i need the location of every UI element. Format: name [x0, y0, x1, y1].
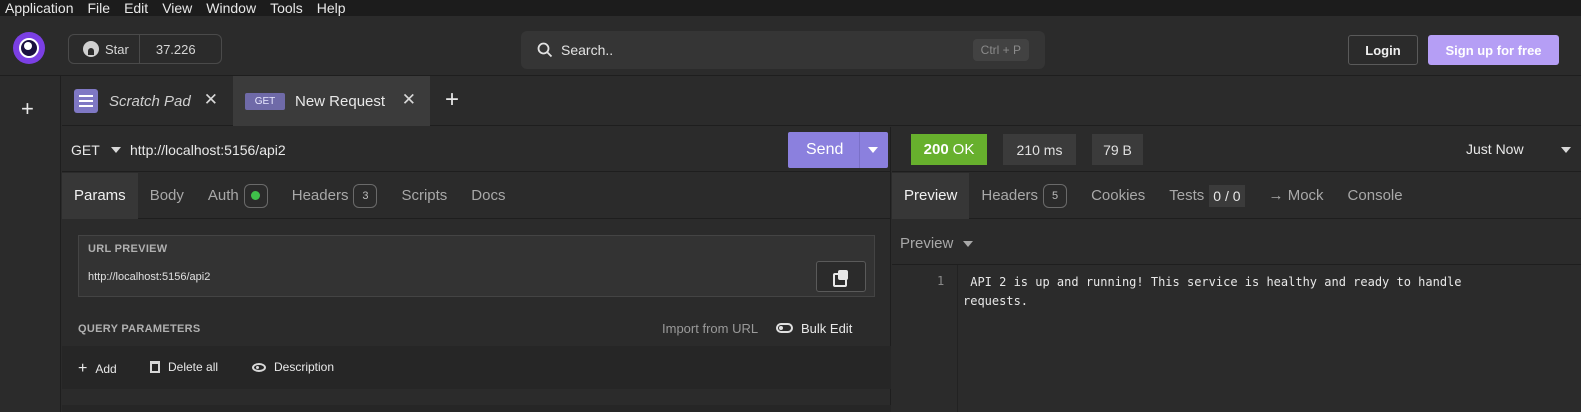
delete-all-label: Delete all — [168, 360, 219, 374]
params-actions: + Add Delete all Description — [62, 346, 891, 389]
copy-url-button[interactable] — [816, 261, 866, 292]
tests-count-badge: 0 / 0 — [1209, 184, 1245, 207]
response-status-row: 200 OK 210 ms 79 B Just Now — [892, 127, 1581, 172]
new-collection-plus-icon[interactable]: + — [21, 98, 34, 120]
response-headers-count-badge: 5 — [1043, 183, 1068, 208]
tab-scratch-pad[interactable]: Scratch Pad ✕ — [62, 76, 232, 126]
eye-icon — [252, 362, 266, 372]
tab-auth[interactable]: Auth — [196, 173, 280, 219]
chevron-down-icon[interactable] — [1561, 147, 1571, 153]
url-input[interactable]: http://localhost:5156/api2 — [130, 142, 286, 158]
tab-docs[interactable]: Docs — [459, 173, 517, 219]
star-count: 37.226 — [155, 41, 196, 57]
menu-view[interactable]: View — [162, 0, 192, 16]
search-placeholder: Search.. — [561, 42, 614, 58]
menu-help[interactable]: Help — [317, 0, 346, 16]
github-star-button[interactable]: Star — [69, 35, 140, 63]
menu-window[interactable]: Window — [206, 0, 256, 16]
auth-status-badge — [243, 183, 268, 208]
import-from-url-button[interactable]: Import from URL — [662, 321, 758, 336]
menu-application[interactable]: Application — [5, 0, 74, 16]
status-badge: 200 OK — [911, 134, 987, 165]
request-tabs: Scratch Pad ✕ GET New Request ✕ + — [62, 76, 1581, 126]
send-label: Send — [806, 141, 844, 158]
tab-body[interactable]: Body — [138, 173, 196, 219]
new-tab-plus-icon[interactable]: + — [445, 88, 459, 112]
tab-headers[interactable]: Headers 3 — [280, 173, 390, 219]
add-label: Add — [95, 362, 117, 376]
delete-all-button[interactable]: Delete all — [150, 360, 218, 374]
chevron-down-icon[interactable] — [111, 147, 121, 153]
star-label: Star — [105, 41, 129, 57]
tab-label: Scratch Pad — [109, 92, 191, 110]
app-logo-icon[interactable] — [13, 32, 45, 64]
bulk-edit-button[interactable]: Bulk Edit — [801, 321, 852, 336]
url-preview-box: URL PREVIEW http://localhost:5156/api2 — [78, 235, 875, 297]
tab-response-headers-label: Headers — [981, 187, 1039, 204]
github-star-group[interactable]: Star 37.226 — [68, 34, 222, 64]
response-body: API 2 is up and running! This service is… — [963, 275, 1462, 308]
status-code: 200 — [923, 141, 949, 158]
menu-file[interactable]: File — [88, 0, 111, 16]
request-subtabs: Params Body Auth Headers 3 Scripts Docs — [62, 172, 891, 219]
response-pane: 200 OK 210 ms 79 B Just Now Preview Head… — [892, 127, 1581, 412]
params-table-area — [62, 405, 891, 412]
method-select[interactable]: GET — [71, 142, 100, 158]
request-pane: GET http://localhost:5156/api2 Send Para… — [62, 127, 891, 412]
url-preview-title: URL PREVIEW — [88, 243, 168, 255]
description-label: Description — [274, 360, 335, 374]
github-icon — [83, 41, 99, 57]
toggle-icon[interactable] — [776, 323, 793, 333]
tab-auth-label: Auth — [207, 187, 239, 204]
tab-params[interactable]: Params — [62, 172, 138, 219]
plus-icon: + — [78, 360, 88, 377]
status-text: OK — [952, 141, 975, 158]
copy-icon — [833, 269, 849, 287]
search-icon — [537, 42, 553, 58]
preview-mode-dropdown[interactable]: Preview — [900, 235, 953, 252]
add-param-button[interactable]: + Add — [78, 360, 117, 378]
response-size: 79 B — [1092, 134, 1143, 165]
line-gutter — [892, 265, 958, 412]
scratch-pad-icon — [74, 89, 98, 113]
query-parameters-title: QUERY PARAMETERS — [78, 323, 201, 335]
tab-label: New Request — [295, 92, 386, 110]
tab-tests[interactable]: Tests 0 / 0 — [1157, 173, 1256, 219]
tab-preview[interactable]: Preview — [892, 172, 970, 219]
login-button[interactable]: Login — [1348, 35, 1418, 65]
tab-tests-label: Tests — [1169, 187, 1205, 204]
send-button[interactable]: Send — [788, 132, 888, 168]
search-bar[interactable]: Search.. Ctrl + P — [521, 31, 1045, 69]
tab-response-headers[interactable]: Headers 5 — [969, 173, 1079, 219]
chevron-down-icon[interactable] — [868, 147, 878, 153]
response-tabs: Preview Headers 5 Cookies Tests 0 / 0 → … — [892, 172, 1581, 219]
tab-headers-label: Headers — [291, 187, 349, 204]
tab-new-request[interactable]: GET New Request ✕ — [233, 76, 430, 126]
signup-button[interactable]: Sign up for free — [1428, 35, 1559, 65]
url-preview-value: http://localhost:5156/api2 — [88, 271, 211, 283]
search-shortcut: Ctrl + P — [972, 39, 1029, 61]
left-rail: + — [0, 76, 61, 412]
top-bar: Star 37.226 Search.. Ctrl + P Login Sign… — [0, 16, 1581, 76]
trash-icon — [150, 361, 160, 373]
response-time: 210 ms — [1003, 134, 1076, 165]
tab-console[interactable]: Console — [1336, 173, 1415, 219]
tab-scripts[interactable]: Scripts — [389, 173, 459, 219]
close-icon[interactable]: ✕ — [402, 90, 416, 110]
headers-count-badge: 3 — [353, 183, 378, 208]
close-icon[interactable]: ✕ — [204, 90, 218, 110]
url-bar: GET http://localhost:5156/api2 Send — [62, 127, 891, 172]
tab-mock[interactable]: → Mock — [1257, 173, 1336, 219]
method-badge: GET — [245, 92, 285, 110]
description-toggle-button[interactable]: Description — [252, 360, 334, 374]
menu-bar: Application File Edit View Window Tools … — [0, 0, 1581, 16]
chevron-down-icon[interactable] — [963, 241, 973, 247]
history-dropdown[interactable]: Just Now — [1466, 141, 1524, 157]
menu-edit[interactable]: Edit — [124, 0, 148, 16]
line-number: 1 — [937, 274, 945, 288]
menu-tools[interactable]: Tools — [270, 0, 303, 16]
tab-cookies[interactable]: Cookies — [1079, 173, 1157, 219]
